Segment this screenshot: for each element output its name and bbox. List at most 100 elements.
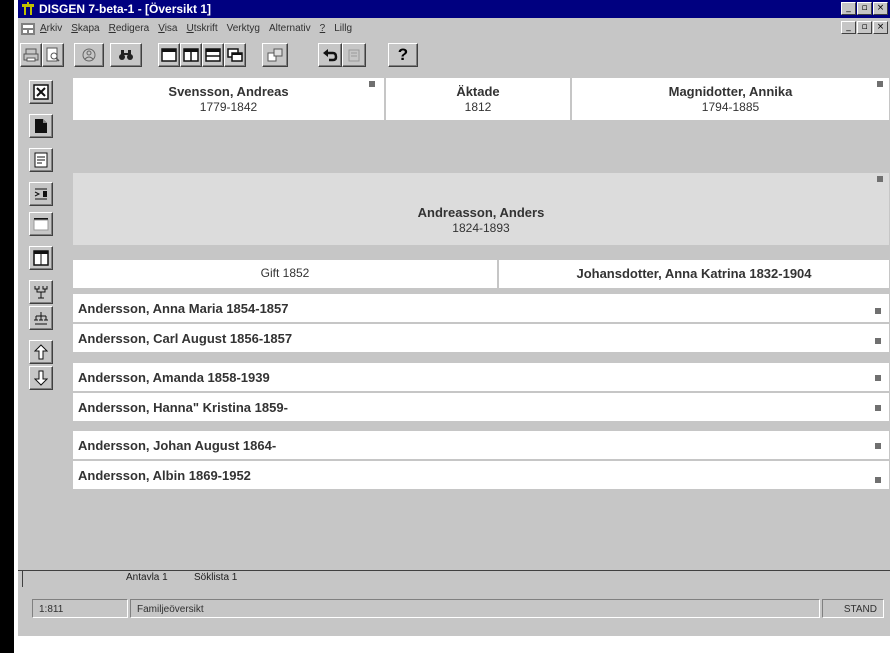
tab-antavla[interactable]: Antavla 1	[118, 570, 174, 587]
ancestors-button[interactable]	[29, 306, 53, 330]
child-row[interactable]: Andersson, Anna Maria 1854-1857	[73, 294, 889, 322]
descendants-button[interactable]	[29, 280, 53, 304]
menu-utskrift-mnemonic: U	[186, 23, 194, 34]
layout-two-columns-icon	[183, 48, 199, 62]
status-mode: STAND	[822, 599, 884, 618]
doc-minimize-button[interactable]: _	[841, 21, 856, 34]
document-window-controls: _ ▫ ×	[841, 21, 888, 34]
binoculars-icon	[119, 50, 133, 60]
minimize-button[interactable]: _	[841, 2, 856, 15]
child-marker-icon	[875, 405, 881, 411]
father-years: 1779-1842	[199, 100, 258, 114]
menu-lillg[interactable]: Lillg	[334, 23, 352, 34]
menu-verktyg[interactable]: Verktyg	[227, 23, 260, 34]
layout-rows-button[interactable]	[202, 43, 224, 67]
close-view-button[interactable]	[29, 80, 53, 104]
child-marker-icon	[875, 375, 881, 381]
menu-bar: Arkiv Skapa Redigera Visa Utskrift Verkt…	[18, 19, 890, 38]
tab-current[interactable]	[22, 570, 50, 587]
print-preview-button[interactable]	[42, 43, 64, 67]
parents-marriage-year: 1812	[464, 100, 492, 114]
child-name: Andersson, Amanda 1858-1939	[78, 370, 270, 385]
menu-skapa-mnemonic: S	[71, 23, 78, 34]
redo-icon	[348, 49, 360, 62]
window-controls: _ ▫ ×	[841, 2, 888, 15]
swap-button[interactable]	[262, 43, 288, 67]
menu-redigera-label: edigera	[115, 23, 150, 34]
arrow-up-icon	[34, 344, 48, 360]
table-view-button[interactable]	[29, 212, 53, 236]
document-button[interactable]	[29, 114, 53, 138]
mother-marker-icon	[877, 81, 883, 87]
print-preview-icon	[46, 47, 60, 62]
maximize-button[interactable]: ▫	[857, 2, 872, 15]
parents-marriage-card[interactable]: Äktade 1812	[386, 78, 570, 120]
text-page-icon	[34, 152, 48, 168]
spouse-marriage-card[interactable]: Gift 1852	[73, 260, 497, 288]
menu-redigera[interactable]: Redigera	[109, 23, 150, 34]
redo-button[interactable]	[342, 43, 366, 67]
menu-lillg-label: Lillg	[334, 23, 353, 34]
menu-help[interactable]: ?	[320, 23, 326, 34]
menu-arkiv[interactable]: Arkiv	[40, 23, 62, 34]
menu-verktyg-label: Verktyg	[226, 23, 260, 34]
print-button[interactable]	[20, 43, 42, 67]
status-position: 1:811	[32, 599, 128, 618]
father-card[interactable]: Svensson, Andreas 1779-1842	[73, 78, 384, 120]
tab-antavla-label: Antavla 1	[126, 572, 168, 583]
undo-icon	[323, 49, 338, 62]
child-row[interactable]: Andersson, Hanna" Kristina 1859-	[73, 393, 889, 421]
document-window-icon[interactable]	[20, 22, 36, 36]
doc-close-button[interactable]: ×	[873, 21, 888, 34]
doc-restore-button[interactable]: ▫	[857, 21, 872, 34]
spouse-card[interactable]: Johansdotter, Anna Katrina 1832-1904	[499, 260, 889, 288]
layout-two-columns-button[interactable]	[180, 43, 202, 67]
document-icon	[35, 119, 47, 133]
disgen-app-icon[interactable]	[20, 2, 36, 16]
layout-rows-icon	[205, 48, 221, 62]
tab-soklista[interactable]: Söklista 1	[186, 570, 243, 587]
child-marker-icon	[875, 338, 881, 344]
search-button[interactable]	[110, 43, 142, 67]
main-person-years: 1824-1893	[452, 221, 510, 235]
menu-skapa[interactable]: Skapa	[71, 23, 99, 34]
help-button[interactable]: ?	[388, 43, 418, 67]
mother-name: Magnidotter, Annika	[668, 84, 793, 99]
child-row[interactable]: Andersson, Amanda 1858-1939	[73, 363, 889, 391]
move-up-button[interactable]	[29, 340, 53, 364]
move-down-button[interactable]	[29, 366, 53, 390]
child-name: Andersson, Albin 1869-1952	[78, 468, 251, 483]
menu-alternativ[interactable]: Alternativ	[269, 23, 311, 34]
layout-single-button[interactable]	[158, 43, 180, 67]
menu-skapa-label: kapa	[77, 23, 100, 34]
print-icon	[23, 48, 39, 62]
window-view-button[interactable]	[29, 246, 53, 270]
arrow-down-icon	[34, 370, 48, 386]
close-box-icon	[33, 84, 49, 100]
main-person-panel[interactable]: Andreasson, Anders 1824-1893	[73, 173, 889, 245]
swap-icon	[267, 48, 283, 62]
mother-card[interactable]: Magnidotter, Annika 1794-1885	[572, 78, 889, 120]
menu-visa[interactable]: Visa	[158, 23, 177, 34]
window-title: DISGEN 7-beta-1 - [Översikt 1]	[39, 2, 212, 16]
layout-cascade-button[interactable]	[224, 43, 246, 67]
close-button[interactable]: ×	[873, 2, 888, 15]
parents-marriage-label: Äktade	[456, 84, 500, 99]
menu-utskrift[interactable]: Utskrift	[186, 23, 217, 34]
child-marker-icon	[875, 477, 881, 483]
columns-swap-icon	[34, 188, 47, 200]
father-name: Svensson, Andreas	[168, 84, 289, 99]
application-window: DISGEN 7-beta-1 - [Översikt 1] _ ▫ × Ark…	[18, 0, 890, 636]
text-page-button[interactable]	[29, 148, 53, 172]
mother-years: 1794-1885	[701, 100, 760, 114]
undo-button[interactable]	[318, 43, 342, 67]
child-row[interactable]: Andersson, Johan August 1864-	[73, 431, 889, 459]
menu-redigera-mnemonic: R	[108, 23, 116, 34]
layout-cascade-icon	[227, 48, 243, 62]
child-row[interactable]: Andersson, Albin 1869-1952	[73, 461, 889, 489]
columns-swap-button[interactable]	[29, 182, 53, 206]
status-bar: 1:811 Familjeöversikt STAND	[18, 596, 890, 622]
help-icon: ?	[397, 45, 409, 64]
child-row[interactable]: Andersson, Carl August 1856-1857	[73, 324, 889, 352]
person-button[interactable]	[74, 43, 104, 67]
